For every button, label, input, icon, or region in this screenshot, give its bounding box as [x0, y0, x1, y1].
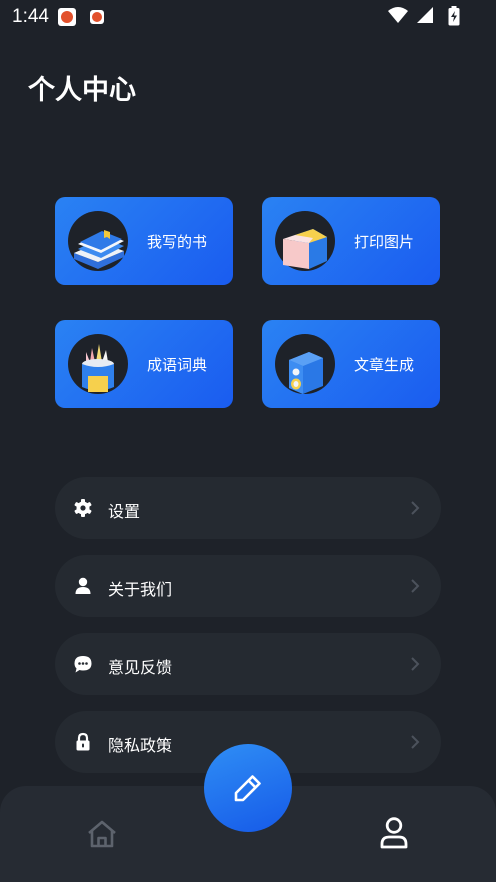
chevron-right-icon	[411, 735, 420, 749]
chevron-right-icon	[411, 657, 420, 671]
menu-item-about-us[interactable]: 关于我们	[55, 555, 441, 617]
menu-item-settings[interactable]: 设置	[55, 477, 441, 539]
menu-label: 设置	[108, 502, 141, 521]
card-icon-disc	[68, 211, 128, 271]
write-fab-button[interactable]	[204, 744, 292, 832]
gear-icon	[74, 499, 92, 517]
chevron-right-icon	[411, 501, 420, 515]
card-label: 文章生成	[354, 356, 415, 374]
card-my-books[interactable]: 我写的书	[55, 197, 233, 285]
chat-bubble-icon	[74, 656, 92, 673]
card-icon-disc	[68, 334, 128, 394]
card-icon-disc	[275, 211, 335, 271]
wifi-icon	[388, 7, 408, 23]
app-notification-icon	[58, 8, 76, 26]
person-icon	[75, 577, 91, 594]
card-label: 打印图片	[354, 233, 415, 251]
books-icon	[74, 230, 124, 269]
menu-item-feedback[interactable]: 意见反馈	[55, 633, 441, 695]
status-bar: 1:44	[0, 0, 496, 34]
menu-label: 意见反馈	[108, 658, 173, 677]
battery-charging-icon	[448, 6, 460, 26]
status-time: 1:44	[12, 6, 49, 27]
chevron-right-icon	[411, 579, 420, 593]
pencil-icon	[234, 775, 261, 802]
profile-icon[interactable]	[378, 816, 410, 850]
card-label: 成语词典	[147, 356, 208, 374]
menu-label: 隐私政策	[108, 736, 173, 755]
page-title: 个人中心	[28, 75, 136, 106]
card-idiom-dictionary[interactable]: 成语词典	[55, 320, 233, 408]
menu-label: 关于我们	[108, 580, 173, 599]
lock-icon	[76, 732, 90, 751]
home-icon[interactable]	[86, 818, 118, 850]
card-label: 我写的书	[147, 233, 208, 251]
photo-print-icon	[283, 229, 327, 269]
speaker-box-icon	[289, 352, 323, 394]
pencil-cup-icon	[82, 344, 114, 392]
app-notification-icon	[90, 10, 104, 24]
card-article-generate[interactable]: 文章生成	[262, 320, 440, 408]
card-icon-disc	[275, 334, 335, 394]
card-print-photo[interactable]: 打印图片	[262, 197, 440, 285]
signal-icon	[417, 7, 433, 23]
